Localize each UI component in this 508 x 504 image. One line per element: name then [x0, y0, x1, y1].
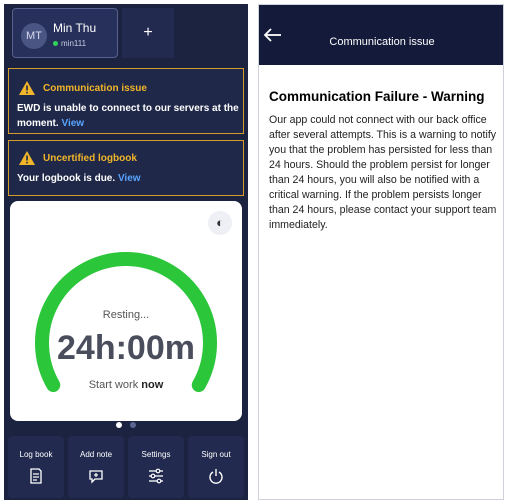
status-text: Resting...: [102, 309, 150, 321]
page-indicator: [4, 422, 248, 432]
alert-title: Uncertified logbook: [43, 153, 137, 164]
header-title: Communication issue: [329, 36, 435, 48]
add-user-button[interactable]: +: [122, 8, 174, 58]
add-note-icon: [89, 470, 103, 484]
online-status-dot: [53, 41, 58, 46]
settings-button[interactable]: Settings: [128, 436, 184, 498]
alert-title: Communication issue: [43, 83, 147, 94]
nav-label: Sign out: [201, 450, 231, 459]
page-dot-active[interactable]: [116, 422, 122, 428]
nav-label: Settings: [141, 450, 171, 459]
bottom-nav: Log book Add note Settings Sign out: [4, 434, 248, 500]
avatar: MT: [21, 23, 47, 49]
user-id: min111: [61, 39, 87, 48]
view-link[interactable]: View: [118, 173, 141, 184]
user-tab[interactable]: MT Min Thu min111: [12, 8, 118, 58]
logbook-button[interactable]: Log book: [8, 436, 64, 498]
alert-message-text: Your logbook is due.: [17, 173, 116, 184]
start-work-label: Start work: [88, 379, 139, 391]
user-name: Min Thu: [53, 21, 97, 35]
warning-icon: [19, 81, 35, 95]
start-work-now: now: [141, 379, 164, 391]
nav-label: Add note: [79, 450, 113, 459]
nav-label: Log book: [19, 450, 53, 459]
work-timer-card: ◐ Resting... 24h:00m Start work now: [10, 201, 242, 421]
alert-message: Your logbook is due. View: [17, 171, 239, 186]
page-dot[interactable]: [130, 422, 136, 428]
view-link[interactable]: View: [61, 118, 84, 129]
remaining-time: 24h:00m: [57, 329, 195, 367]
warning-icon: [19, 151, 35, 165]
alert-message-text: EWD is unable to connect to our servers …: [17, 103, 239, 129]
settings-icon: [149, 468, 163, 484]
header-bar: Communication issue: [259, 5, 503, 65]
sign-out-button[interactable]: Sign out: [188, 436, 244, 498]
alert-message: EWD is unable to connect to our servers …: [17, 101, 239, 131]
add-note-button[interactable]: Add note: [68, 436, 124, 498]
message-body: Our app could not connect with our back …: [269, 114, 497, 231]
start-work-button[interactable]: Start work now: [10, 379, 242, 391]
power-icon: [209, 469, 223, 484]
home-screen: MT Min Thu min111 + Communication issue …: [4, 4, 248, 500]
logbook-icon: [30, 468, 42, 484]
issue-detail-screen: Communication issue Communication Failur…: [258, 4, 504, 500]
communication-issue-alert[interactable]: Communication issue EWD is unable to con…: [8, 68, 244, 134]
message-title: Communication Failure - Warning: [269, 89, 485, 104]
uncertified-logbook-alert[interactable]: Uncertified logbook Your logbook is due.…: [8, 140, 244, 196]
